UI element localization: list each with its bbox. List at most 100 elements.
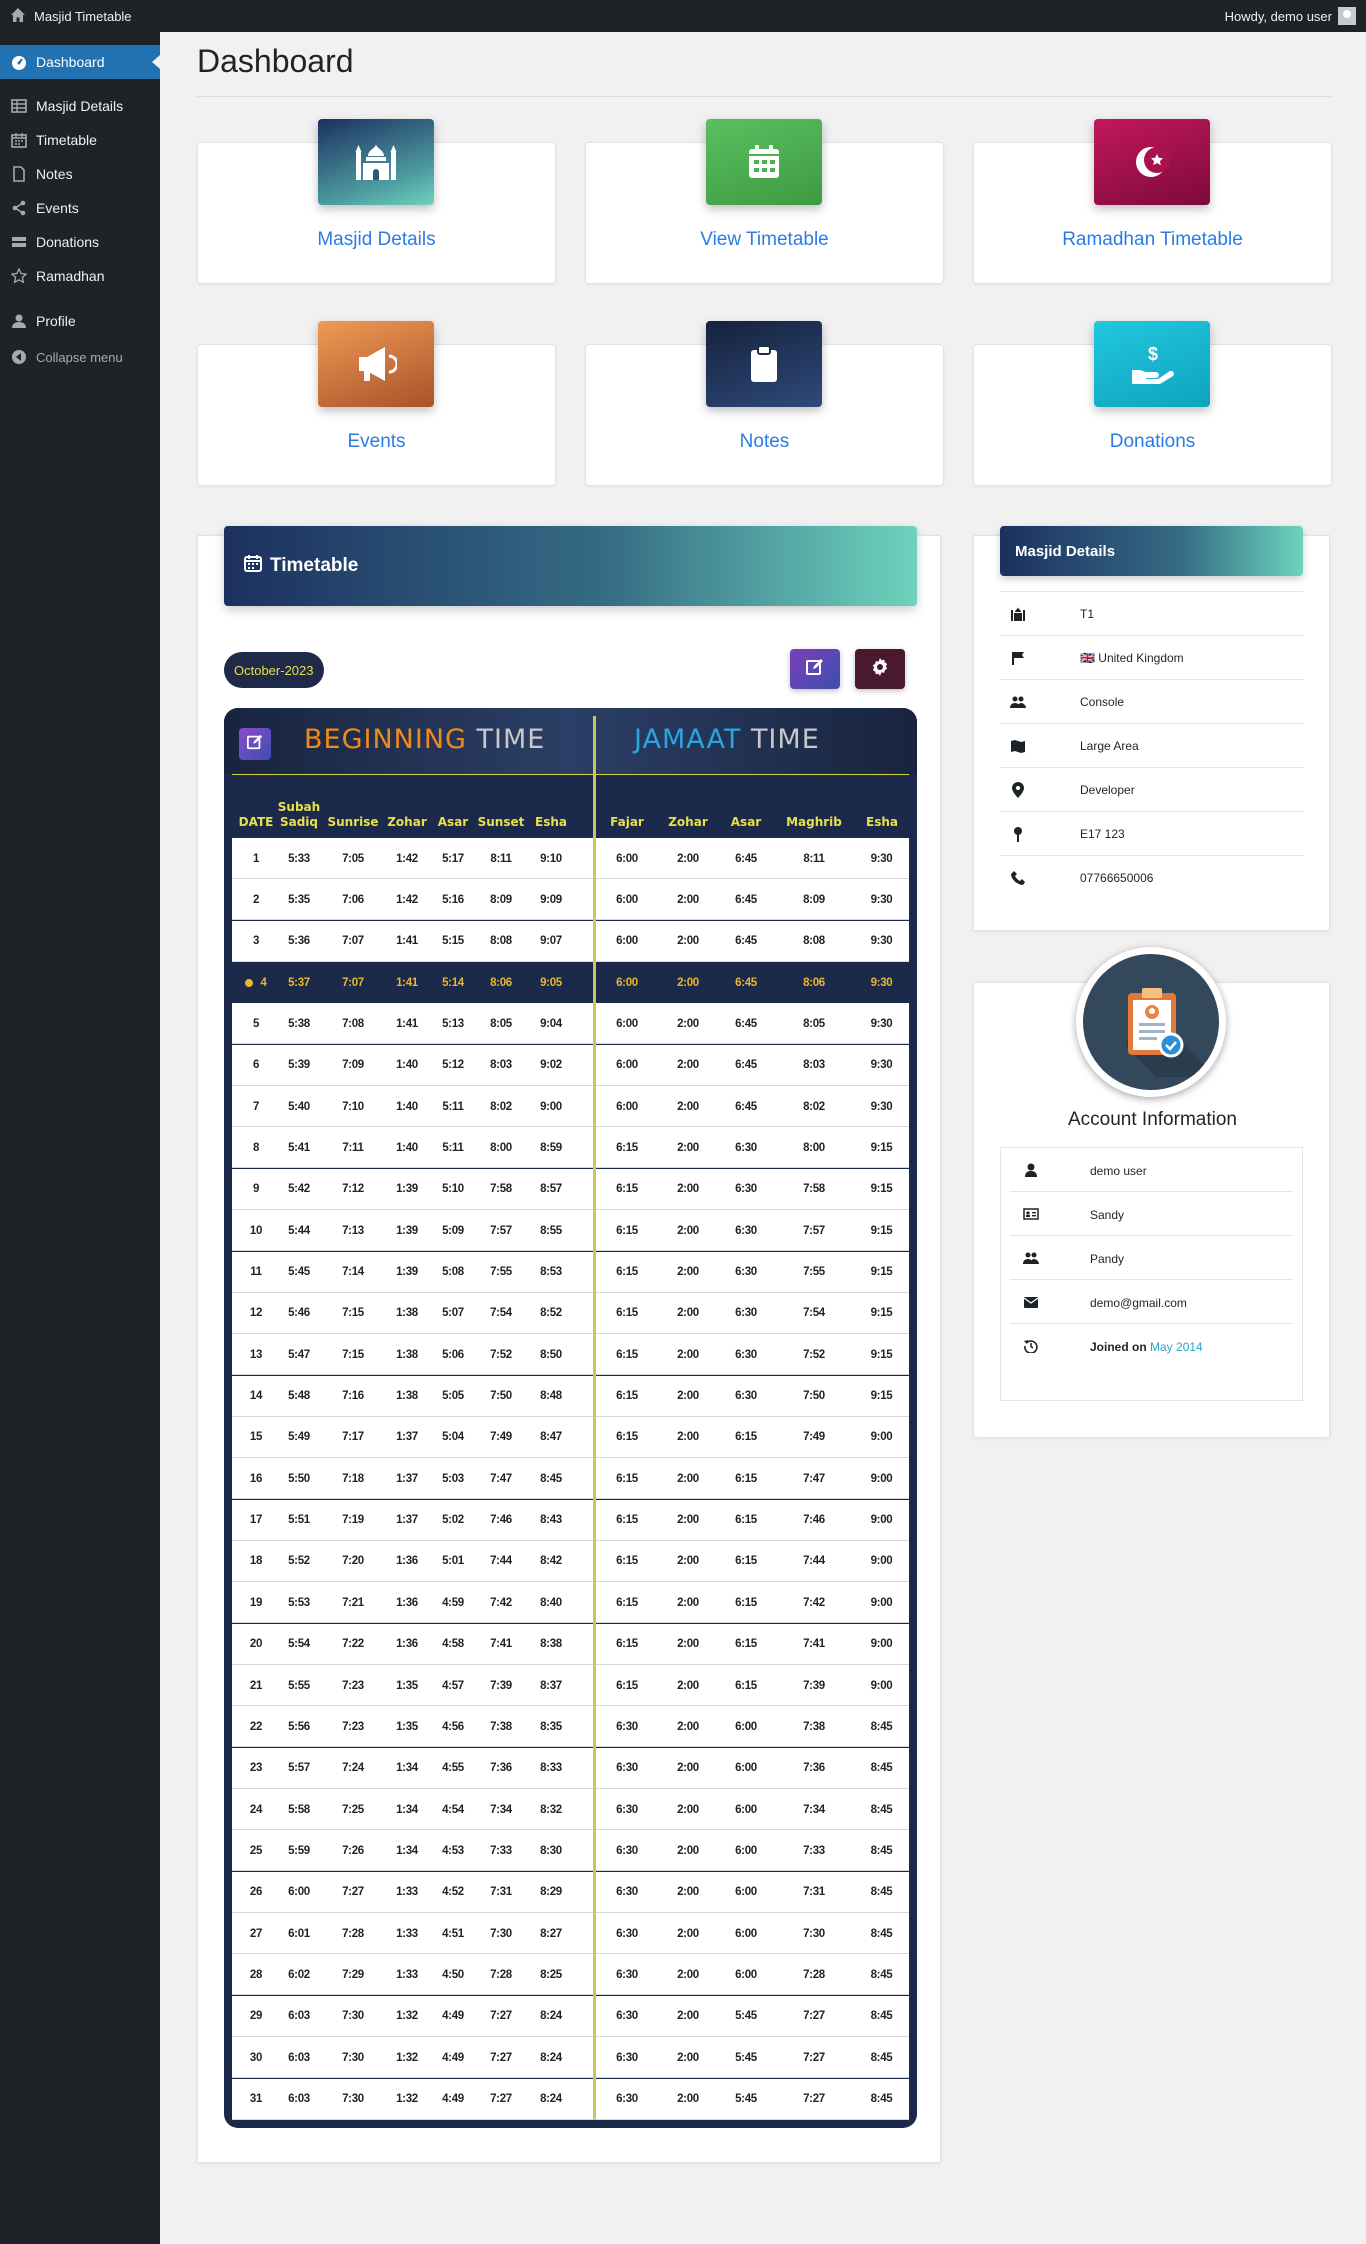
- table-cell: 7:21: [342, 1596, 364, 1609]
- table-cell: 6:00: [288, 1886, 310, 1899]
- site-link[interactable]: Masjid Timetable: [10, 0, 132, 32]
- table-row: 18 5:52 7:20 1:36 5:01 7:44 8:42 6:15 2:00 6:15 7:…: [232, 1540, 909, 1582]
- table-title-bar: BEGINNING TIME JAMAAT TIME: [224, 708, 917, 774]
- detail-row-phone: 07766650006: [1000, 855, 1303, 899]
- donations-icon: [10, 234, 27, 251]
- table-cell: 9:30: [870, 852, 893, 865]
- table-cell: 2:00: [677, 1596, 699, 1609]
- table-cell: 7:47: [803, 1472, 825, 1485]
- table-cell: 6:15: [616, 1514, 638, 1527]
- card-notes[interactable]: Notes: [585, 321, 944, 486]
- table-cell: 7:30: [803, 1927, 825, 1940]
- table-cell: 9:15: [870, 1141, 893, 1154]
- table-cell: 6:30: [735, 1390, 757, 1403]
- user-icon: [10, 313, 27, 330]
- table-cell: 7:18: [342, 1472, 364, 1485]
- user-menu[interactable]: Howdy, demo user: [1225, 0, 1356, 32]
- table-cell: 21: [249, 1679, 263, 1692]
- card-view-timetable[interactable]: View Timetable: [585, 119, 944, 284]
- table-cell: 5:37: [288, 976, 310, 989]
- table-cell: 8:45: [870, 1844, 893, 1857]
- table-cell: 7:08: [342, 1017, 364, 1030]
- table-cell: 7:07: [342, 976, 364, 989]
- share-icon: [10, 200, 27, 217]
- table-cell: 1:41: [396, 976, 418, 989]
- table-cell: 9:00: [870, 1638, 893, 1651]
- sidebar-item-profile[interactable]: Profile: [0, 304, 160, 338]
- table-row: 27 6:01 7:28 1:33 4:51 7:30 8:27 6:30 2:00 6:00 7:…: [232, 1913, 909, 1955]
- table-cell: 8:45: [870, 1720, 893, 1733]
- table-cell: 8:48: [540, 1390, 562, 1403]
- sidebar-item-events[interactable]: Events: [0, 191, 160, 225]
- table-cell: 9:30: [870, 893, 893, 906]
- account-title: Account Information: [1068, 1109, 1237, 1130]
- card-donations[interactable]: $ Donations: [973, 321, 1332, 486]
- timetable-title: Timetable: [270, 555, 359, 576]
- table-cell: 7:20: [342, 1555, 364, 1568]
- table-cell: 2:00: [677, 2010, 699, 2023]
- card-ramadhan-timetable[interactable]: Ramadhan Timetable: [973, 119, 1332, 284]
- sidebar-item-dashboard[interactable]: Dashboard: [0, 45, 160, 79]
- table-cell: 1:38: [396, 1307, 418, 1320]
- table-cell: 6:45: [735, 935, 757, 948]
- table-cell: 7:22: [342, 1638, 364, 1651]
- table-cell: 5:33: [288, 852, 310, 865]
- table-cell: 7:15: [342, 1307, 364, 1320]
- table-row: 28 6:02 7:29 1:33 4:50 7:28 8:25 6:30 2:00 6:00 7:…: [232, 1954, 909, 1996]
- table-cell: 8:45: [870, 1803, 893, 1816]
- card-events[interactable]: Events: [197, 321, 556, 486]
- edit-table-button[interactable]: [239, 728, 271, 760]
- table-cell: 5:35: [288, 893, 310, 906]
- table-cell: 7:42: [803, 1596, 825, 1609]
- table-cell: 28: [249, 1968, 263, 1981]
- table-cell: 7:41: [490, 1638, 512, 1651]
- table-row: 10 5:44 7:13 1:39 5:09 7:57 8:55 6:15 2:00 6:30 7:…: [232, 1210, 909, 1252]
- sidebar-item-notes[interactable]: Notes: [0, 157, 160, 191]
- table-cell: 7:58: [490, 1183, 512, 1196]
- table-cell: 8:57: [540, 1183, 562, 1196]
- table-cell: 9:15: [870, 1348, 893, 1361]
- collapse-menu-button[interactable]: Collapse menu: [0, 340, 160, 374]
- table-cell: 7:34: [490, 1803, 512, 1816]
- sidebar-item-ramadhan[interactable]: Ramadhan: [0, 259, 160, 293]
- table-cell: 31: [249, 2093, 263, 2105]
- sidebar-item-timetable[interactable]: Timetable: [0, 123, 160, 157]
- table-cell: 4:50: [442, 1968, 464, 1981]
- table-cell: 7:31: [490, 1886, 512, 1899]
- table-cell: 8:24: [540, 2010, 562, 2023]
- table-cell: 8:43: [540, 1514, 562, 1527]
- card-masjid-details[interactable]: Masjid Details: [197, 119, 556, 284]
- table-row: 21 5:55 7:23 1:35 4:57 7:39 8:37 6:15 2:00 6:15 7:…: [232, 1665, 909, 1706]
- table-cell: 5:52: [288, 1555, 310, 1568]
- beginning-time-heading: BEGINNING TIME: [304, 724, 546, 755]
- table-cell: 6:00: [735, 1968, 757, 1981]
- table-cell: 5:04: [442, 1431, 464, 1444]
- table-cell: 7:27: [803, 2093, 825, 2105]
- email-link[interactable]: demo@gmail.com: [1090, 1296, 1187, 1310]
- table-cell: 6:45: [735, 1017, 757, 1030]
- settings-button[interactable]: [855, 649, 905, 689]
- account-row-last-name: Pandy: [1010, 1236, 1293, 1280]
- sidebar-item-label: Notes: [36, 166, 73, 182]
- table-cell: 3: [252, 935, 260, 948]
- edit-timetable-button[interactable]: [790, 649, 840, 689]
- table-cell: 7:27: [803, 2010, 825, 2023]
- sidebar-item-label: Ramadhan: [36, 268, 105, 284]
- table-row: 9 5:42 7:12 1:39 5:10 7:58 8:57 6:15 2:00 6:30 7:5…: [232, 1168, 909, 1210]
- table-cell: 4:52: [442, 1886, 464, 1899]
- table-cell: 5:01: [442, 1555, 464, 1568]
- sidebar-item-masjid-details[interactable]: Masjid Details: [0, 89, 160, 123]
- table-cell: 2:00: [677, 1514, 699, 1527]
- table-cell: 7:25: [342, 1803, 364, 1816]
- table-cell: 2:00: [677, 1183, 699, 1196]
- table-cell: 5:56: [288, 1720, 310, 1733]
- table-cell: 5:07: [442, 1307, 464, 1320]
- table-cell: 7:07: [342, 935, 364, 948]
- month-selector[interactable]: October-2023: [224, 652, 324, 688]
- table-cell: 6:30: [616, 2093, 638, 2105]
- table-cell: 7: [252, 1100, 260, 1113]
- edit-icon: [247, 734, 263, 755]
- table-cell: 6:15: [616, 1431, 638, 1444]
- table-cell: 4:49: [442, 2093, 464, 2105]
- sidebar-item-donations[interactable]: Donations: [0, 225, 160, 259]
